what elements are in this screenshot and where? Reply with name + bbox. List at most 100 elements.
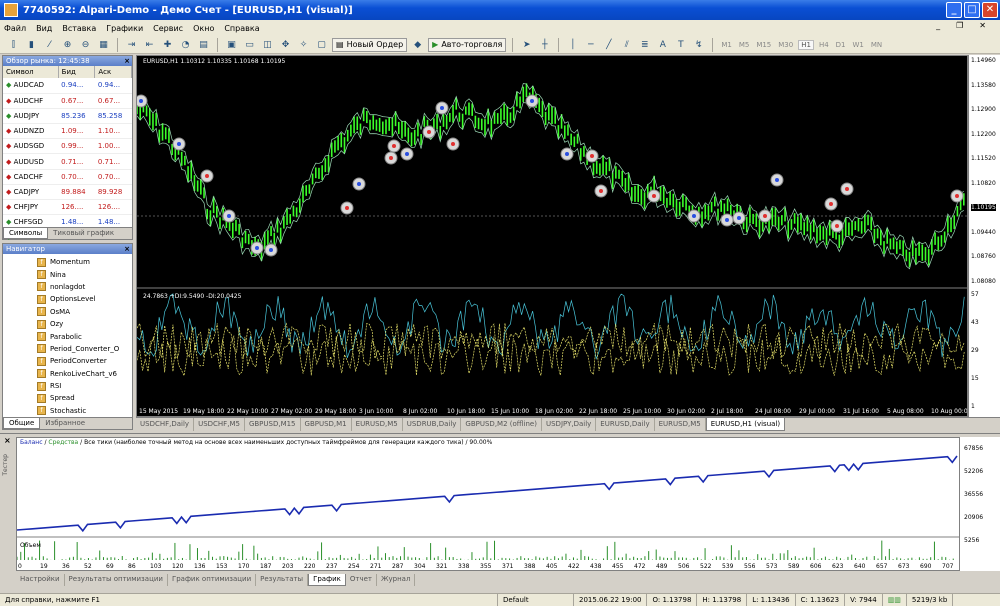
mdi-minimize-button[interactable]: _ xyxy=(936,21,940,30)
chart-tab[interactable]: USDCHF,M5 xyxy=(194,418,245,431)
vertical-line-icon[interactable]: │ xyxy=(565,38,580,52)
menu-help[interactable]: Справка xyxy=(224,24,259,33)
tester-tab[interactable]: Результаты xyxy=(256,574,309,586)
tile-windows-icon[interactable]: ▦ xyxy=(96,38,111,52)
close-icon[interactable]: × xyxy=(4,436,11,445)
menu-tools[interactable]: Сервис xyxy=(153,24,183,33)
new-chart-icon[interactable]: ▣ xyxy=(224,38,239,52)
chart-tab[interactable]: EURUSD,Daily xyxy=(596,418,655,431)
bar-chart-icon[interactable]: ⫿ xyxy=(6,38,21,52)
chart-tab[interactable]: GBPUSD,M2 (offline) xyxy=(461,418,542,431)
chart-tab[interactable]: GBPUSD,M15 xyxy=(245,418,301,431)
tf-w1[interactable]: W1 xyxy=(851,41,866,49)
tf-m1[interactable]: M1 xyxy=(719,41,734,49)
list-item[interactable]: f Stochastic xyxy=(3,405,132,417)
market-watch-icon[interactable]: ◫ xyxy=(260,38,275,52)
tf-m30[interactable]: M30 xyxy=(776,41,795,49)
chart-tab[interactable]: GBPUSD,M1 xyxy=(301,418,352,431)
tab-symbols[interactable]: Символы xyxy=(3,228,49,239)
chart-tab[interactable]: USDJPY,Daily xyxy=(542,418,597,431)
list-item[interactable]: f Momentum xyxy=(3,256,132,268)
tf-m15[interactable]: M15 xyxy=(754,41,773,49)
list-item[interactable]: f OsMA xyxy=(3,306,132,318)
trend-line-icon[interactable]: ╱ xyxy=(601,38,616,52)
table-row[interactable]: ◆ CADJPY 89.884 89.928 xyxy=(3,184,132,201)
balance-graph[interactable]: 0 19 36 52 69 86 103 120 136 153 170 187 203 220 237 25… xyxy=(16,437,960,571)
maximize-button[interactable]: □ xyxy=(964,2,980,18)
tester-tab[interactable]: Результаты оптимизации xyxy=(65,574,168,586)
chart-shift-icon[interactable]: ⇤ xyxy=(142,38,157,52)
tf-m5[interactable]: M5 xyxy=(737,41,752,49)
menu-window[interactable]: Окно xyxy=(193,24,214,33)
text-label-icon[interactable]: T xyxy=(673,38,688,52)
autotrade-button[interactable]: ▶ Авто-торговля xyxy=(428,37,507,52)
list-item[interactable]: f Spread xyxy=(3,392,132,404)
close-button[interactable]: ✕ xyxy=(982,2,998,18)
mdi-restore-button[interactable]: ❐ xyxy=(956,21,963,30)
candle-chart-icon[interactable]: ▮ xyxy=(24,38,39,52)
list-item[interactable]: f Parabolic xyxy=(3,330,132,342)
metaeditor-icon[interactable]: ◆ xyxy=(410,38,425,52)
cursor-icon[interactable]: ➤ xyxy=(519,38,534,52)
tf-h1[interactable]: H1 xyxy=(798,39,814,50)
table-row[interactable]: ◆ AUDSGD 0.99... 1.00... xyxy=(3,138,132,155)
table-row[interactable]: ◆ AUDNZD 1.09... 1.10... xyxy=(3,123,132,140)
chart-tab[interactable]: USDRUB,Daily xyxy=(403,418,462,431)
list-item[interactable]: f RSI xyxy=(3,380,132,392)
tf-mn[interactable]: MN xyxy=(869,41,884,49)
mdi-close-button[interactable]: ✕ xyxy=(979,21,986,30)
horizontal-line-icon[interactable]: ─ xyxy=(583,38,598,52)
table-row[interactable]: ◆ CADCHF 0.70... 0.70... xyxy=(3,169,132,185)
close-icon[interactable]: × xyxy=(124,56,130,66)
terminal-icon[interactable]: ✧ xyxy=(296,38,311,52)
close-icon[interactable]: × xyxy=(124,244,130,254)
minimize-button[interactable]: _ xyxy=(946,2,962,18)
list-item[interactable]: f Ozy xyxy=(3,318,132,330)
chart-tab[interactable]: USDCHF,Daily xyxy=(136,418,195,431)
arrows-icon[interactable]: ↯ xyxy=(691,38,706,52)
table-row[interactable]: ◆ AUDCHF 0.67... 0.67... xyxy=(3,93,132,109)
profiles-icon[interactable]: ▭ xyxy=(242,38,257,52)
list-item[interactable]: f PeriodConverter xyxy=(3,355,132,367)
navigator-icon[interactable]: ✥ xyxy=(278,38,293,52)
menu-view[interactable]: Вид xyxy=(36,24,52,33)
autoscroll-icon[interactable]: ⇥ xyxy=(124,38,139,52)
list-item[interactable]: f Nina xyxy=(3,268,132,280)
tab-tick-chart[interactable]: Тиковый график xyxy=(48,228,119,239)
list-item[interactable]: f OptionsLevel xyxy=(3,293,132,305)
list-item[interactable]: f nonlagdot xyxy=(3,281,132,293)
chart-tab[interactable]: EURUSD,M5 xyxy=(655,418,706,431)
channel-icon[interactable]: ⫽ xyxy=(619,38,634,52)
zoom-out-icon[interactable]: ⊖ xyxy=(78,38,93,52)
tester-tab[interactable]: График xyxy=(308,574,346,586)
table-row[interactable]: ◆ AUDUSD 0.71... 0.71... xyxy=(3,153,132,170)
chart-canvas[interactable]: 15 May 2015 19 May 18:00 22 May 10:00 27 Ma… xyxy=(134,56,972,416)
table-row[interactable]: ◆ CHFJPY 126.... 126.... xyxy=(3,199,132,216)
text-icon[interactable]: A xyxy=(655,38,670,52)
list-item[interactable]: f RenkoLiveChart_v6 xyxy=(3,368,132,380)
tester-tab[interactable]: Отчет xyxy=(346,574,377,586)
tab-common[interactable]: Общие xyxy=(3,418,41,429)
column-header[interactable]: Бид xyxy=(58,66,96,78)
table-row[interactable]: ◆ AUDCAD 0.94... 0.94... xyxy=(3,78,132,94)
column-header[interactable]: Символ xyxy=(3,66,59,78)
crosshair-icon[interactable]: ┼ xyxy=(537,38,552,52)
tf-h4[interactable]: H4 xyxy=(817,41,831,49)
tester-tab[interactable]: График оптимизации xyxy=(168,574,257,586)
table-row[interactable]: ◆ AUDJPY 85.236 85.258 xyxy=(3,108,132,125)
templates-icon[interactable]: ▤ xyxy=(196,38,211,52)
tab-favorites[interactable]: Избранное xyxy=(40,418,90,429)
periods-icon[interactable]: ◔ xyxy=(178,38,193,52)
chart-tab[interactable]: EURUSD,M5 xyxy=(352,418,403,431)
price-chart[interactable]: 15 May 2015 19 May 18:00 22 May 10:00 27 Ma… xyxy=(134,55,972,417)
tester-tab[interactable]: Настройки xyxy=(16,574,65,586)
indicators-icon[interactable]: ✚ xyxy=(160,38,175,52)
line-chart-icon[interactable]: ⁄ xyxy=(42,38,57,52)
tester-icon[interactable]: ▢ xyxy=(314,38,329,52)
fibo-icon[interactable]: ≣ xyxy=(637,38,652,52)
menu-insert[interactable]: Вставка xyxy=(62,24,96,33)
zoom-in-icon[interactable]: ⊕ xyxy=(60,38,75,52)
menu-file[interactable]: Файл xyxy=(4,24,26,33)
new-order-button[interactable]: ▤ Новый Ордер xyxy=(332,37,408,52)
tester-tab[interactable]: Журнал xyxy=(377,574,416,586)
